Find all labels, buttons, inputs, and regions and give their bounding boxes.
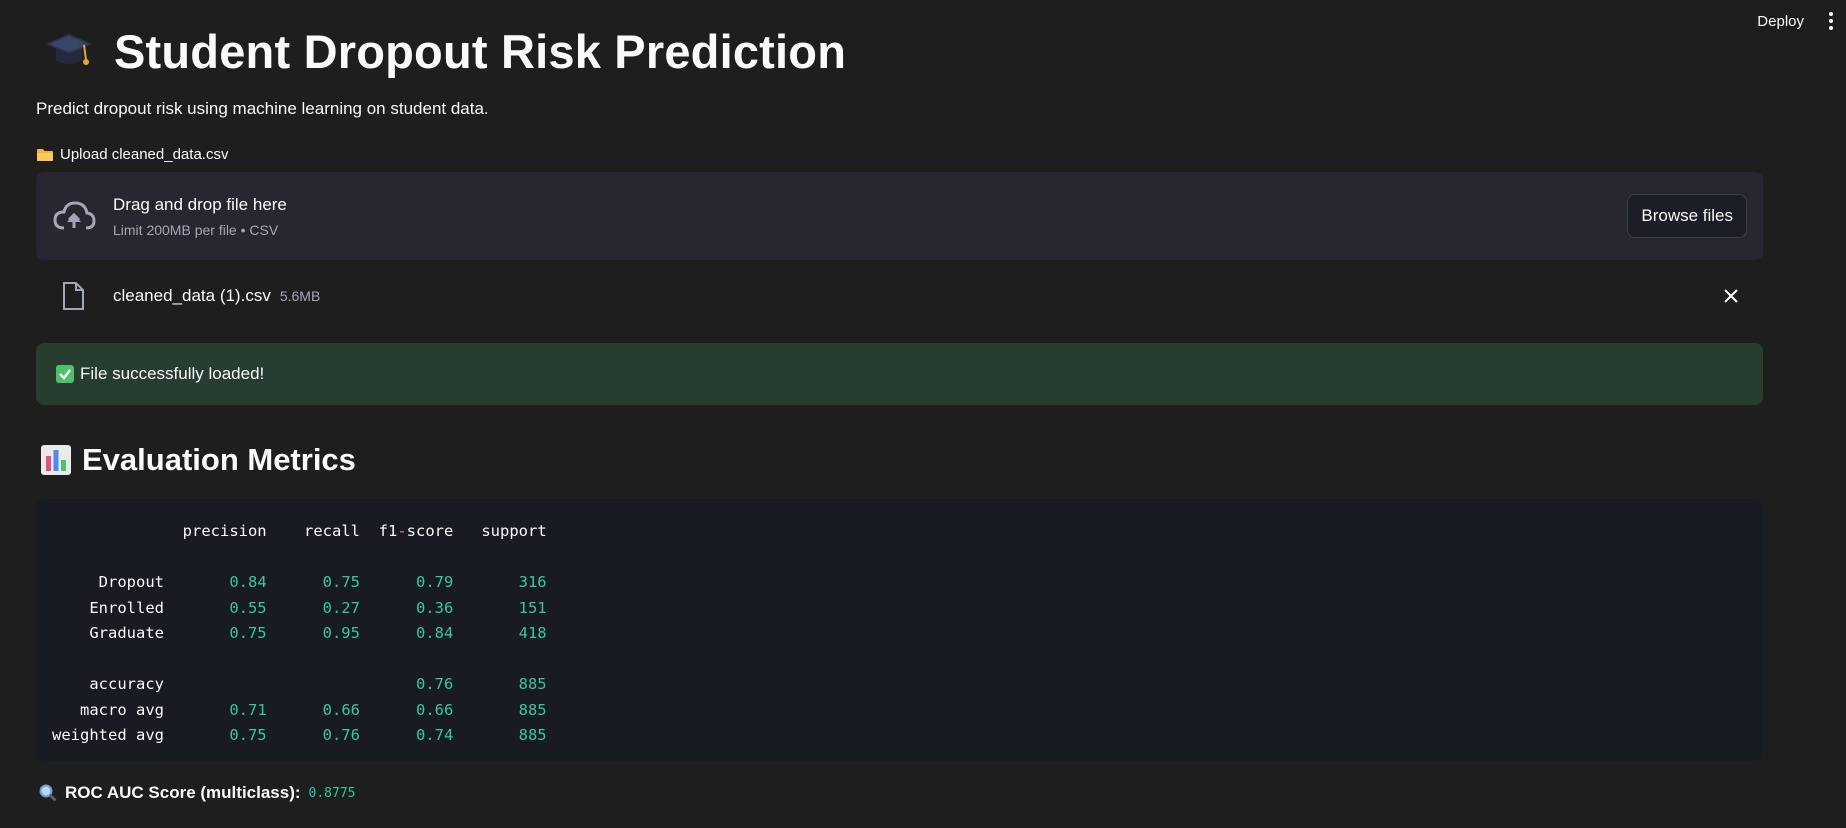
report-cell-value: 151 (518, 598, 547, 617)
app-toolbar: Deploy (1751, 0, 1846, 42)
dropzone-limit: Limit 200MB per file • CSV (113, 221, 279, 238)
report-column-header: precision (182, 522, 267, 540)
uploader-label-text: Upload cleaned_data.csv (60, 146, 229, 163)
report-row: accuracy 0.76 885 (52, 672, 1763, 698)
bar-chart-icon (41, 445, 71, 475)
report-cell-value: 0.71 (229, 700, 267, 719)
magnifier-icon (39, 784, 57, 802)
report-row-label: accuracy (89, 675, 164, 693)
report-cell-value: 0.75 (229, 726, 267, 744)
report-column-header: recall (303, 522, 360, 540)
report-cell-value: 0.36 (415, 598, 454, 617)
report-cell-value: 0.55 (229, 598, 267, 617)
report-header-row: precision recall f1-score support (52, 519, 1763, 545)
report-cell-value: 0.75 (322, 573, 360, 591)
report-cell-value: 0.66 (415, 700, 454, 719)
report-row: Dropout 0.84 0.75 0.79 316 (52, 570, 1763, 596)
dropzone-text: Drag and drop file here Limit 200MB per … (113, 195, 1627, 238)
report-column-header: f1-score (378, 522, 454, 540)
report-cell-value: 0.79 (415, 573, 454, 591)
report-cell-value: 316 (518, 573, 547, 591)
report-row: Enrolled 0.55 0.27 0.36 151 (52, 596, 1763, 622)
report-row-label: Enrolled (89, 598, 164, 617)
kebab-menu-icon[interactable] (1828, 12, 1834, 30)
report-cell-value: 0.84 (415, 624, 454, 642)
uploaded-file-item: cleaned_data (1).csv 5.6MB (36, 274, 1763, 318)
graduation-cap-icon (46, 34, 92, 65)
success-alert: File successfully loaded! (36, 343, 1763, 405)
report-cell-value: 0.95 (322, 624, 360, 642)
report-row: macro avg 0.71 0.66 0.66 885 (52, 698, 1763, 724)
folder-icon (37, 148, 53, 161)
uploader-label: Upload cleaned_data.csv (36, 146, 1763, 163)
remove-file-close-icon[interactable] (1721, 286, 1741, 306)
report-cell-value: 885 (518, 675, 547, 693)
report-row-label: Graduate (89, 624, 164, 642)
metrics-heading-text: Evaluation Metrics (82, 442, 356, 477)
report-cell-value: 0.75 (229, 624, 267, 642)
browse-files-button[interactable]: Browse files (1627, 194, 1747, 238)
report-cell-value: 418 (518, 624, 547, 642)
file-dropzone[interactable]: Drag and drop file here Limit 200MB per … (36, 172, 1763, 260)
metrics-heading: Evaluation Metrics (36, 435, 1763, 485)
report-cell-value: 0.76 (415, 675, 454, 693)
report-row-label: Dropout (98, 573, 164, 591)
report-column-header: support (481, 522, 547, 540)
main-content: Student Dropout Risk Prediction Predict … (36, 0, 1763, 803)
page-title: Student Dropout Risk Prediction (44, 20, 1763, 82)
report-cell-value: 885 (518, 700, 547, 719)
check-mark-icon (56, 365, 74, 383)
file-icon (63, 282, 84, 310)
report-row: Graduate 0.75 0.95 0.84 418 (52, 621, 1763, 647)
file-size: 5.6MB (279, 288, 321, 304)
roc-value: 0.8775 (308, 785, 356, 801)
success-message: File successfully loaded! (80, 364, 265, 383)
report-cell-value: 0.66 (322, 700, 360, 719)
roc-label: ROC AUC Score (multiclass): (65, 783, 301, 802)
page-subtitle: Predict dropout risk using machine learn… (36, 99, 489, 118)
report-cell-value: 0.84 (229, 573, 267, 591)
report-row-label: macro avg (80, 700, 164, 719)
report-cell-value: 0.76 (322, 726, 360, 744)
cloud-upload-icon (53, 201, 96, 230)
roc-auc-line: ROC AUC Score (multiclass): 0.8775 (36, 783, 1763, 803)
report-cell-value: 0.27 (322, 598, 360, 617)
file-name: cleaned_data (1).csv (113, 286, 271, 305)
page-title-text: Student Dropout Risk Prediction (114, 24, 847, 78)
report-row-label: weighted avg (52, 726, 164, 744)
dropzone-title: Drag and drop file here (113, 194, 287, 214)
report-cell-value: 0.74 (415, 726, 454, 744)
report-cell-value: 885 (518, 726, 547, 744)
classification-report: precision recall f1-score support Dropou… (36, 499, 1763, 761)
report-row: weighted avg 0.75 0.76 0.74 885 (52, 723, 1763, 749)
